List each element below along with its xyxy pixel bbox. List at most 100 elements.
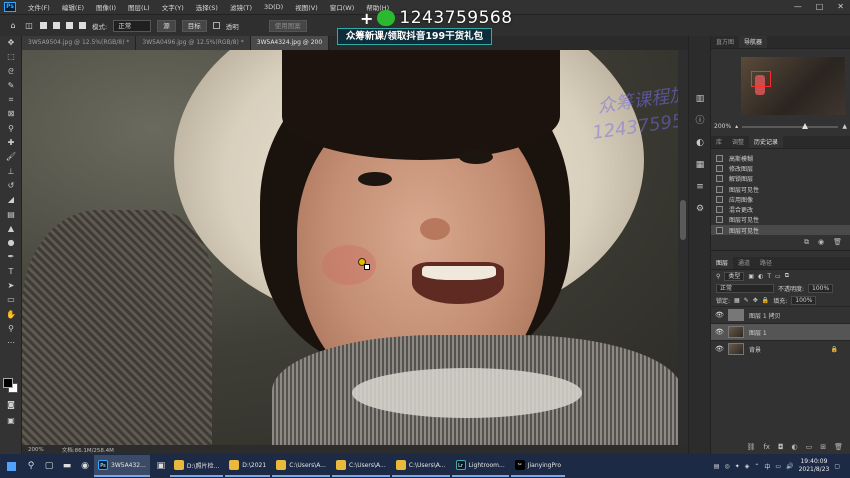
tray-app-icon[interactable]: ✦ (735, 463, 740, 470)
task-view-icon[interactable]: ▢ (40, 454, 58, 478)
smart-object-filter-icon[interactable]: ⧉ (785, 272, 789, 280)
taskbar-app-lightroom[interactable]: Lr Lightroom... (451, 455, 509, 477)
start-button[interactable] (0, 454, 22, 478)
lock-all-icon[interactable]: 🔒 (762, 297, 769, 304)
swatches-icon[interactable]: ▦ (689, 154, 711, 176)
eye-icon[interactable]: 👁 (715, 311, 724, 319)
add-mask-icon[interactable]: ◘ (778, 443, 784, 451)
menu-image[interactable]: 图像(I) (90, 2, 122, 12)
add-selection-icon[interactable] (53, 22, 60, 29)
bridge-icon[interactable]: ▣ (152, 454, 170, 478)
ime-indicator[interactable]: 中 (764, 462, 770, 471)
maximize-button[interactable]: □ (816, 2, 824, 11)
dodge-tool-icon[interactable]: ● (0, 236, 22, 250)
color-swatches[interactable] (3, 378, 19, 394)
close-button[interactable]: ✕ (837, 2, 844, 11)
navigator-zoom-slider[interactable] (742, 122, 839, 129)
blend-mode-select[interactable]: 正常 (716, 283, 774, 293)
history-item[interactable]: 应用图像 (711, 194, 850, 204)
minimize-button[interactable]: — (794, 2, 802, 11)
zoom-tool-icon[interactable]: ⚲ (0, 322, 22, 336)
new-selection-icon[interactable] (40, 22, 47, 29)
pixel-filter-icon[interactable]: ▣ (748, 273, 754, 280)
adjustment-filter-icon[interactable]: ◐ (758, 273, 763, 280)
more-tools-icon[interactable]: ⋯ (0, 336, 22, 350)
chrome-icon[interactable]: ◉ (76, 454, 94, 478)
taskbar-app-explorer[interactable]: C:\Users\A... (272, 455, 330, 477)
taskbar-app-explorer[interactable]: C:\Users\A... (331, 455, 390, 477)
source-button[interactable]: 源 (157, 19, 176, 32)
menu-filter[interactable]: 滤镜(T) (224, 2, 258, 12)
zoom-out-icon[interactable]: ▴ (735, 123, 738, 130)
transparent-checkbox[interactable] (212, 22, 220, 29)
quick-select-tool-icon[interactable]: ✎ (0, 79, 22, 93)
navigator-view-box[interactable] (751, 71, 771, 87)
store-icon[interactable]: ▬ (58, 454, 76, 478)
adjust-icon[interactable]: ⚙ (689, 198, 711, 220)
gradient-tool-icon[interactable]: ▤ (0, 208, 22, 222)
navigator-thumbnail[interactable] (741, 57, 845, 115)
tray-app-icon[interactable]: ◎ (724, 463, 729, 470)
layer-row[interactable]: 👁 图层 1 拷贝 (711, 306, 850, 323)
volume-icon[interactable]: 🔊 (786, 463, 793, 470)
frame-tool-icon[interactable]: ⊠ (0, 107, 22, 121)
doc-tab-active[interactable]: 3W5A4324.jpg @ 200 (250, 36, 330, 50)
tab-history[interactable]: 历史记录 (749, 136, 784, 148)
layer-row[interactable]: 👁 背景 🔒 (711, 340, 850, 357)
new-document-from-state-icon[interactable]: ⧉ (804, 238, 809, 247)
navigator-zoom-value[interactable]: 200% (714, 123, 731, 130)
delete-state-icon[interactable]: 🗑 (833, 238, 842, 247)
move-tool-icon[interactable]: ✥ (0, 36, 22, 50)
doc-tab[interactable]: 3W5A9504.jpg @ 12.5%(RGB/8) * (22, 36, 137, 50)
link-layers-icon[interactable]: ⛓ (746, 443, 755, 451)
menu-view[interactable]: 视图(V) (289, 2, 324, 12)
crop-tool-icon[interactable]: ⌗ (0, 93, 22, 107)
taskbar-app-explorer[interactable]: D:\2021 (225, 455, 271, 477)
doc-tab[interactable]: 3W5A0496.jpg @ 12.5%(RGB/8) * (136, 36, 251, 50)
subtract-selection-icon[interactable] (66, 22, 73, 29)
notifications-icon[interactable]: ▢ (834, 463, 840, 470)
lasso-tool-icon[interactable]: ᘓ (0, 65, 22, 79)
menu-edit[interactable]: 编辑(E) (56, 2, 90, 12)
path-select-tool-icon[interactable]: ➤ (0, 279, 22, 293)
zoom-level[interactable]: 200% (28, 447, 44, 453)
intersect-selection-icon[interactable] (79, 22, 86, 29)
history-item[interactable]: 解锁图层 (711, 174, 850, 184)
canvas-vertical-scrollbar[interactable] (678, 50, 688, 445)
histogram-icon[interactable]: ▥ (689, 88, 711, 110)
chevron-up-icon[interactable]: ⌃ (754, 463, 759, 470)
lock-position-icon[interactable]: ✥ (753, 297, 758, 304)
adjustment-layer-icon[interactable]: ◐ (792, 443, 798, 451)
eye-icon[interactable]: 👁 (715, 345, 724, 353)
brush-tool-icon[interactable]: 🖌 (0, 150, 22, 164)
group-icon[interactable]: ▭ (806, 443, 813, 451)
fill-input[interactable]: 100% (791, 295, 817, 305)
color-icon[interactable]: ◐ (689, 132, 711, 154)
target-button[interactable]: 目标 (181, 19, 207, 32)
tab-channels[interactable]: 通道 (733, 257, 755, 269)
info-icon[interactable]: ⓘ (689, 110, 711, 132)
history-item[interactable]: 图层可见性 (711, 215, 850, 225)
shape-filter-icon[interactable]: ▭ (775, 273, 781, 280)
clock[interactable]: 19:40:09 2021/8/23 (799, 458, 830, 474)
history-brush-tool-icon[interactable]: ↺ (0, 179, 22, 193)
history-item[interactable]: 修改图层 (711, 163, 850, 173)
eye-icon[interactable]: 👁 (715, 328, 724, 336)
history-item[interactable]: 混合更改 (711, 204, 850, 214)
marquee-tool-icon[interactable]: ⬚ (0, 50, 22, 64)
tab-adjustments[interactable]: 调整 (727, 136, 749, 148)
delete-layer-icon[interactable]: 🗑 (834, 443, 843, 451)
clone-stamp-tool-icon[interactable]: ⊥ (0, 165, 22, 179)
document-size[interactable]: 文档:86.1M/258.4M (62, 446, 114, 454)
taskbar-app-jianying[interactable]: ✂ JianyingPro (510, 455, 566, 477)
type-filter-icon[interactable]: T (767, 273, 771, 280)
tab-navigator[interactable]: 导航器 (739, 36, 768, 48)
menu-file[interactable]: 文件(F) (22, 2, 56, 12)
rectangle-tool-icon[interactable]: ▭ (0, 293, 22, 307)
menu-select[interactable]: 选择(S) (190, 2, 224, 12)
network-icon[interactable]: ◈ (745, 463, 750, 470)
tab-libraries[interactable]: 库 (711, 136, 727, 148)
history-item[interactable]: 图层可见性 (711, 184, 850, 194)
blur-tool-icon[interactable]: ▲ (0, 222, 22, 236)
taskbar-app-photoshop[interactable]: Ps 3W5A432... (94, 455, 150, 477)
